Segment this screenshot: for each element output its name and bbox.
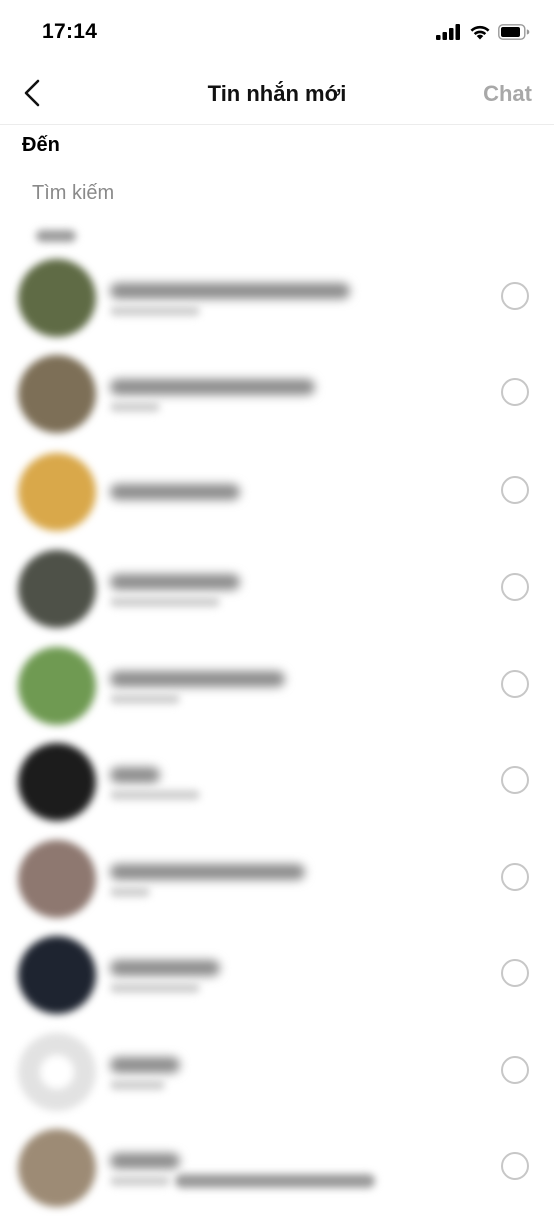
contact-avatar <box>18 647 96 725</box>
contact-username-blurred <box>110 1080 165 1090</box>
chat-button[interactable]: Chat <box>483 81 532 107</box>
select-radio[interactable] <box>501 282 529 310</box>
nav-bar: Tin nhắn mới Chat <box>0 66 554 125</box>
battery-icon <box>498 24 530 40</box>
contact-name-blurred <box>110 767 160 783</box>
contact-avatar <box>18 355 96 433</box>
status-bar: 17:14 <box>0 0 554 66</box>
contact-avatar <box>18 1129 96 1207</box>
contact-username-blurred <box>110 306 200 316</box>
status-time: 17:14 <box>42 20 98 43</box>
select-radio[interactable] <box>501 1152 529 1180</box>
contact-username-blurred <box>110 597 220 607</box>
contact-name-blurred <box>110 1153 180 1169</box>
contact-row[interactable] <box>0 831 554 927</box>
contact-username-blurred <box>110 887 150 897</box>
contact-row[interactable] <box>0 541 554 637</box>
contact-row[interactable] <box>0 346 554 442</box>
section-header-blurred <box>36 230 76 242</box>
recipient-label: Đến <box>22 134 60 156</box>
select-radio[interactable] <box>501 476 529 504</box>
select-radio[interactable] <box>501 378 529 406</box>
select-radio[interactable] <box>501 863 529 891</box>
contact-row[interactable] <box>0 927 554 1023</box>
contact-avatar <box>18 936 96 1014</box>
contact-avatar <box>18 259 96 337</box>
contact-avatar <box>18 1033 96 1111</box>
contact-name-blurred <box>110 864 305 880</box>
cellular-signal-icon <box>436 24 460 40</box>
contact-name-blurred <box>110 484 240 500</box>
contact-avatar <box>18 550 96 628</box>
contact-row[interactable] <box>0 444 554 540</box>
contact-username-blurred <box>110 694 180 704</box>
contact-username-blurred <box>110 790 200 800</box>
select-radio[interactable] <box>501 959 529 987</box>
contact-row[interactable] <box>0 734 554 830</box>
contact-row[interactable] <box>0 250 554 346</box>
search-input[interactable] <box>32 182 512 205</box>
select-radio[interactable] <box>501 1056 529 1084</box>
contact-username-blurred <box>110 1176 170 1186</box>
page-title: Tin nhắn mới <box>207 81 347 106</box>
contact-name-blurred <box>110 960 220 976</box>
contact-avatar <box>18 453 96 531</box>
contact-name-blurred <box>110 671 285 687</box>
contact-row[interactable] <box>0 1024 554 1120</box>
status-icons <box>436 24 530 40</box>
contact-username-blurred <box>110 983 200 993</box>
home-indicator <box>175 1174 375 1188</box>
contact-row[interactable] <box>0 1120 554 1216</box>
contact-username-blurred <box>110 402 160 412</box>
contact-avatar <box>18 743 96 821</box>
contact-row[interactable] <box>0 638 554 734</box>
select-radio[interactable] <box>501 766 529 794</box>
contact-name-blurred <box>110 574 240 590</box>
contact-name-blurred <box>110 283 350 299</box>
contact-name-blurred <box>110 1057 180 1073</box>
select-radio[interactable] <box>501 670 529 698</box>
contact-avatar <box>18 840 96 918</box>
contact-name-blurred <box>110 379 315 395</box>
select-radio[interactable] <box>501 573 529 601</box>
wifi-icon <box>470 25 490 40</box>
